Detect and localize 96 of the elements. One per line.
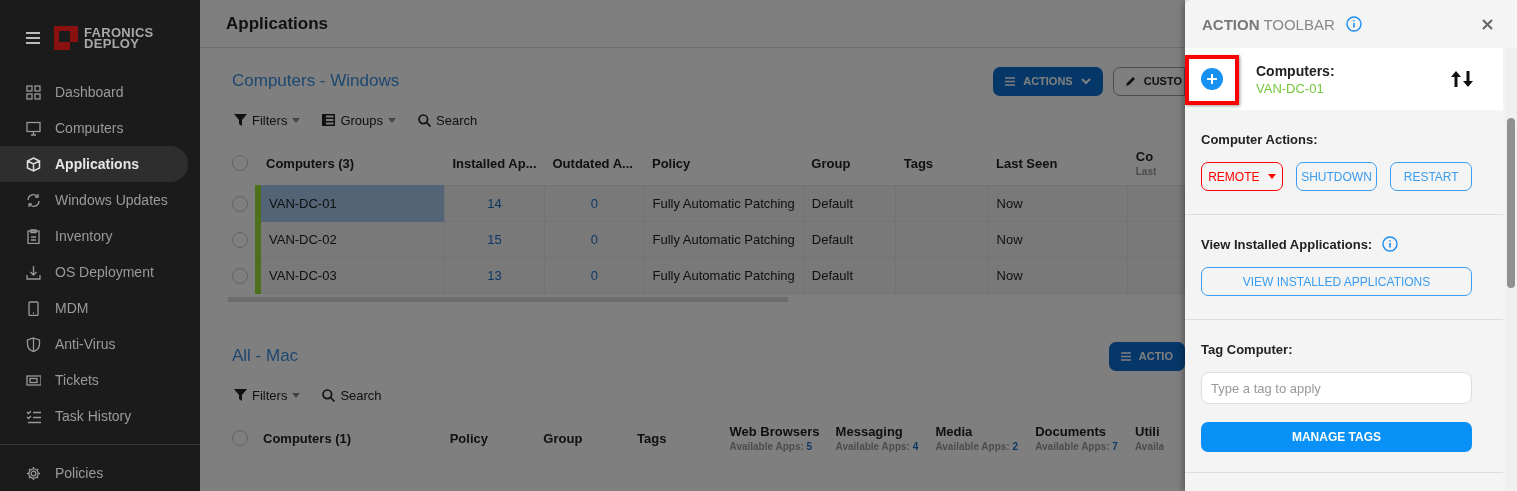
- caret-icon: [388, 117, 397, 123]
- filter-icon: [234, 389, 247, 401]
- table-cell: Default: [811, 232, 854, 247]
- action-button[interactable]: RESTART: [1390, 162, 1472, 191]
- grid-icon: [26, 84, 41, 100]
- caret-icon: [292, 392, 301, 398]
- action-button[interactable]: VIEW INSTALLED APPLICATIONS: [1201, 267, 1472, 296]
- filter-control[interactable]: Filters: [234, 112, 301, 128]
- computer-name-cell: VAN-DC-01: [258, 185, 445, 222]
- table-cell: Fully Automatic Patching: [652, 268, 795, 283]
- column-header: Computers (1): [262, 429, 353, 448]
- column-header: Outdated A...: [544, 141, 644, 186]
- nav-item[interactable]: Policies: [0, 455, 188, 491]
- monitor-icon: [26, 120, 41, 136]
- actions-button[interactable]: ACTIONS: [993, 66, 1103, 96]
- nav-item[interactable]: Task History: [0, 398, 188, 434]
- count-link[interactable]: 15: [487, 232, 502, 247]
- phone-icon: [26, 300, 41, 316]
- search-icon: [418, 113, 432, 127]
- checklist-icon: [26, 408, 41, 424]
- nav-item[interactable]: Applications: [0, 146, 188, 182]
- column-header: Policy: [644, 141, 804, 186]
- pencil-icon: [1125, 76, 1136, 86]
- menu-icon: [1120, 351, 1131, 361]
- target-label: Computers:: [1256, 62, 1335, 79]
- nav-item[interactable]: Windows Updates: [0, 182, 188, 218]
- count-link[interactable]: 0: [590, 232, 598, 247]
- section-title: Computers - Windows: [232, 71, 401, 91]
- chevron-down-icon: [1080, 77, 1091, 85]
- search-icon: [322, 388, 336, 402]
- cube-icon: [26, 156, 41, 172]
- nav-item[interactable]: Inventory: [0, 218, 188, 254]
- info-icon: [1345, 16, 1362, 32]
- column-header: Tags: [895, 141, 988, 186]
- logo-text: DEPLOY: [84, 38, 140, 49]
- column-header: Group: [542, 429, 584, 448]
- table-cell: Now: [996, 232, 1023, 247]
- sort-arrows-icon[interactable]: [1451, 71, 1473, 87]
- refresh-icon: [26, 192, 41, 208]
- caret-icon: [292, 117, 301, 123]
- nav-item[interactable]: Computers: [0, 110, 188, 146]
- column-header: Last Seen: [988, 141, 1128, 186]
- column-header: Computers (3): [258, 141, 445, 186]
- table-cell: Default: [811, 196, 854, 211]
- nav-item[interactable]: MDM: [0, 290, 188, 326]
- table-cell: Now: [996, 268, 1023, 283]
- actions-button[interactable]: ACTIO: [1108, 341, 1185, 371]
- plus-icon: [1207, 74, 1217, 84]
- column-header: Policy: [448, 429, 489, 448]
- table-icon: [322, 114, 336, 126]
- filter-icon: [234, 114, 247, 126]
- customize-button[interactable]: CUSTO: [1112, 66, 1185, 96]
- tag-input-field[interactable]: Type a tag to apply: [1201, 372, 1472, 404]
- column-header: Group: [803, 141, 896, 186]
- menu-icon: [26, 32, 40, 44]
- groups-control[interactable]: Groups: [322, 112, 397, 128]
- menu-icon: [1005, 76, 1016, 86]
- scrollbar[interactable]: [1505, 48, 1517, 491]
- table-cell: Now: [996, 196, 1023, 211]
- action-button[interactable]: SHUTDOWN: [1295, 162, 1378, 191]
- search-control[interactable]: Search: [418, 112, 478, 128]
- action-button[interactable]: REMOTE: [1201, 162, 1283, 191]
- count-link[interactable]: 14: [487, 196, 502, 211]
- count-link[interactable]: 13: [487, 268, 502, 283]
- computer-name-cell: VAN-DC-03: [258, 257, 445, 294]
- nav-item[interactable]: Tickets: [0, 362, 188, 398]
- add-button[interactable]: [1201, 68, 1223, 90]
- count-link[interactable]: 0: [590, 196, 598, 211]
- count-link[interactable]: 0: [590, 268, 598, 283]
- search-control[interactable]: Search: [322, 387, 382, 403]
- nav-item[interactable]: Dashboard: [0, 74, 188, 110]
- nav-item[interactable]: OS Deployment: [0, 254, 188, 290]
- filter-control[interactable]: Filters: [234, 387, 301, 403]
- page-title: Applications: [226, 14, 328, 33]
- gear-icon: [26, 465, 41, 481]
- section-heading: Tag Computer:: [1201, 341, 1293, 357]
- logo-icon: [54, 26, 78, 50]
- download-tray-icon: [26, 264, 41, 280]
- section-heading: View Installed Applications:: [1201, 236, 1373, 252]
- clipboard-icon: [26, 228, 41, 244]
- section-heading: Computer Actions:: [1201, 131, 1318, 147]
- computer-name-cell: VAN-DC-02: [258, 221, 445, 258]
- column-header: Tags: [636, 429, 668, 448]
- shield-icon: [26, 336, 41, 352]
- table-cell: Fully Automatic Patching: [652, 196, 795, 211]
- close-icon[interactable]: [1482, 18, 1493, 30]
- panel-title: ACTION TOOLBAR: [1202, 15, 1335, 33]
- table-cell: Fully Automatic Patching: [652, 232, 795, 247]
- section-title: All - Mac: [232, 346, 300, 366]
- nav-item[interactable]: Anti-Virus: [0, 326, 188, 362]
- column-header: Installed Ap...: [444, 141, 545, 186]
- manage-tags-button[interactable]: MANAGE TAGS: [1201, 422, 1472, 452]
- target-computer: VAN-DC-01: [1256, 80, 1325, 96]
- table-cell: Default: [811, 268, 854, 283]
- ticket-icon: [26, 372, 41, 388]
- logo-text: FARONICS: [84, 27, 154, 38]
